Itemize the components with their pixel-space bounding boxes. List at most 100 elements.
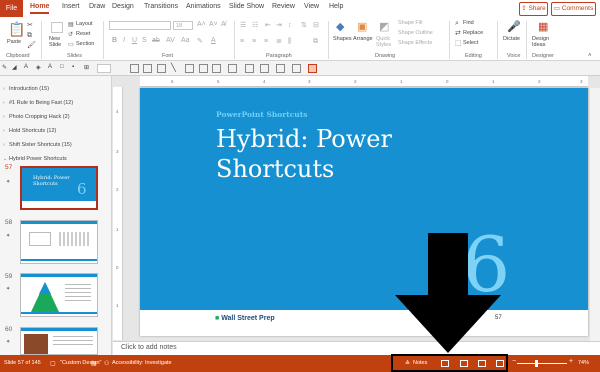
design-ideas-button[interactable]: Design Ideas bbox=[532, 36, 549, 48]
text-highlight-icon[interactable]: A bbox=[48, 64, 52, 70]
format-painter-icon[interactable]: 🖌 bbox=[27, 41, 36, 51]
paste-button[interactable]: Paste bbox=[7, 39, 21, 45]
textbox-tool-icon[interactable] bbox=[130, 64, 139, 73]
slide-title[interactable]: Hybrid: Power Shortcuts bbox=[216, 124, 516, 184]
quick-styles-icon[interactable]: ◩ bbox=[379, 22, 389, 33]
distribute-tool-icon[interactable] bbox=[276, 64, 285, 73]
share-button[interactable]: ⇪ Share bbox=[519, 2, 548, 16]
cut-icon[interactable]: ✂ bbox=[27, 21, 33, 31]
copy-icon[interactable]: ⧉ bbox=[27, 31, 32, 41]
language-icon[interactable]: ▤ bbox=[91, 360, 97, 367]
underline-icon[interactable]: U bbox=[132, 37, 137, 44]
bold-icon[interactable]: B bbox=[112, 37, 117, 44]
outline-icon[interactable]: □ bbox=[60, 64, 64, 70]
section-item[interactable]: Photo Cropping Hack (2) bbox=[9, 114, 70, 120]
accessibility-status[interactable]: Accessibility: Investigate bbox=[112, 360, 172, 366]
align-left-tool-icon[interactable] bbox=[260, 64, 269, 73]
zoom-out-icon[interactable]: − bbox=[512, 358, 516, 365]
zoom-level[interactable]: 74% bbox=[578, 360, 589, 366]
shape-effects-button[interactable]: Shape Effects bbox=[398, 40, 432, 46]
design-ideas-icon[interactable]: ▦ bbox=[538, 22, 548, 33]
find-button[interactable]: Find bbox=[463, 20, 474, 26]
tab-animations[interactable]: Animations bbox=[186, 3, 221, 10]
section-collapse-icon[interactable]: › bbox=[3, 100, 5, 106]
new-slide-icon[interactable] bbox=[51, 22, 63, 33]
zoom-in-icon[interactable]: + bbox=[569, 358, 573, 365]
highlight-icon[interactable]: ✎ bbox=[197, 37, 203, 45]
replace-button[interactable]: Replace bbox=[463, 30, 483, 36]
format-painter-icon[interactable]: ✎ bbox=[2, 64, 7, 71]
italic-icon[interactable]: I bbox=[123, 37, 125, 44]
section-item[interactable]: Hold Shortcuts (12) bbox=[9, 128, 56, 134]
tab-home[interactable]: Home bbox=[30, 3, 50, 14]
numbering-icon[interactable]: ☷ bbox=[252, 21, 258, 31]
shapes-icon[interactable]: ◆ bbox=[336, 22, 344, 33]
align-right-icon[interactable]: ≡ bbox=[264, 37, 268, 47]
line-color-icon[interactable]: ◢ bbox=[12, 64, 17, 71]
vertical-scrollbar[interactable] bbox=[590, 88, 600, 341]
increase-indent-icon[interactable]: ⇥ bbox=[276, 21, 282, 31]
group-tool-icon[interactable] bbox=[228, 64, 237, 73]
font-size-dropdown[interactable]: 18 bbox=[173, 21, 193, 30]
section-item[interactable]: Shift Sister Shortcuts (15) bbox=[9, 142, 72, 148]
tab-view[interactable]: View bbox=[304, 3, 319, 10]
zoom-slider-handle[interactable] bbox=[535, 360, 538, 367]
shape-fill-button[interactable]: Shape Fill bbox=[398, 20, 422, 26]
clear-format-icon[interactable]: A̸ bbox=[221, 21, 226, 28]
notes-pane[interactable]: Click to add notes bbox=[113, 341, 600, 355]
align-center-icon[interactable]: ≡ bbox=[252, 37, 256, 47]
picture-tool-icon[interactable] bbox=[199, 64, 208, 73]
tab-design[interactable]: Design bbox=[112, 3, 134, 10]
slide-subtitle[interactable]: PowerPoint Shortcuts bbox=[216, 110, 307, 119]
dictate-button[interactable]: Dictate bbox=[503, 36, 520, 42]
slide-thumbnail-active[interactable]: Hybrid: Power Shortcuts 6 bbox=[20, 166, 98, 210]
character-spacing-icon[interactable]: AV bbox=[166, 37, 175, 44]
decrease-indent-icon[interactable]: ⇤ bbox=[265, 21, 271, 31]
section-expand-icon[interactable]: ⌄ bbox=[3, 156, 7, 162]
tab-slide-show[interactable]: Slide Show bbox=[229, 3, 264, 10]
font-color-icon[interactable]: A bbox=[211, 37, 216, 44]
tab-transitions[interactable]: Transitions bbox=[144, 3, 178, 10]
microphone-icon[interactable]: 🎤 bbox=[507, 22, 521, 33]
tab-draw[interactable]: Draw bbox=[89, 3, 105, 10]
rectangle-tool-icon[interactable] bbox=[143, 64, 152, 73]
table-tool-icon[interactable] bbox=[185, 64, 194, 73]
font-name-dropdown[interactable] bbox=[109, 21, 171, 30]
zoom-slider-track[interactable] bbox=[517, 363, 567, 364]
layout-button[interactable]: Layout bbox=[76, 21, 93, 27]
tab-review[interactable]: Review bbox=[272, 3, 295, 10]
section-collapse-icon[interactable]: › bbox=[3, 142, 5, 148]
section-button[interactable]: Section bbox=[76, 41, 94, 47]
arrange-icon[interactable]: ▣ bbox=[357, 22, 367, 33]
section-collapse-icon[interactable]: › bbox=[3, 128, 5, 134]
tab-help[interactable]: Help bbox=[329, 3, 343, 10]
shadow-icon[interactable]: S bbox=[142, 37, 147, 44]
text-direction-icon[interactable]: ⇅ bbox=[301, 21, 307, 31]
section-collapse-icon[interactable]: › bbox=[3, 114, 5, 120]
spell-check-icon[interactable]: ▢ bbox=[50, 360, 56, 367]
font-color-icon[interactable]: A bbox=[24, 64, 28, 70]
reset-button[interactable]: Reset bbox=[76, 31, 90, 37]
strikethrough-icon[interactable]: ab bbox=[152, 37, 160, 44]
quick-styles-button[interactable]: Quick Styles bbox=[376, 36, 391, 48]
line-tool-icon[interactable]: ╲ bbox=[171, 63, 176, 72]
shapes-button[interactable]: Shapes bbox=[333, 36, 352, 42]
selection-pane-icon[interactable] bbox=[308, 64, 317, 73]
notes-placeholder[interactable]: Click to add notes bbox=[121, 344, 177, 351]
shape-outline-button[interactable]: Shape Outline bbox=[398, 30, 433, 36]
comments-button[interactable]: ▭ Comments bbox=[551, 2, 596, 16]
section-item[interactable]: Introduction (15) bbox=[9, 86, 49, 92]
align-text-icon[interactable]: ⊟ bbox=[313, 21, 319, 31]
arrange-button[interactable]: Arrange bbox=[353, 36, 373, 42]
shadow-icon[interactable]: ▪ bbox=[72, 64, 74, 70]
tab-insert[interactable]: Insert bbox=[62, 3, 80, 10]
columns-icon[interactable]: ⫼ bbox=[288, 37, 291, 47]
bullets-icon[interactable]: ☰ bbox=[240, 21, 246, 31]
crop-tool-icon[interactable] bbox=[292, 64, 301, 73]
select-button[interactable]: Select bbox=[463, 40, 478, 46]
slide-thumbnail[interactable] bbox=[20, 273, 98, 317]
rounded-rect-tool-icon[interactable] bbox=[157, 64, 166, 73]
fill-color-icon[interactable]: ◈ bbox=[36, 64, 41, 71]
paste-icon[interactable]: 📋 bbox=[8, 22, 25, 36]
smartart-icon[interactable]: ⧉ bbox=[313, 37, 318, 47]
